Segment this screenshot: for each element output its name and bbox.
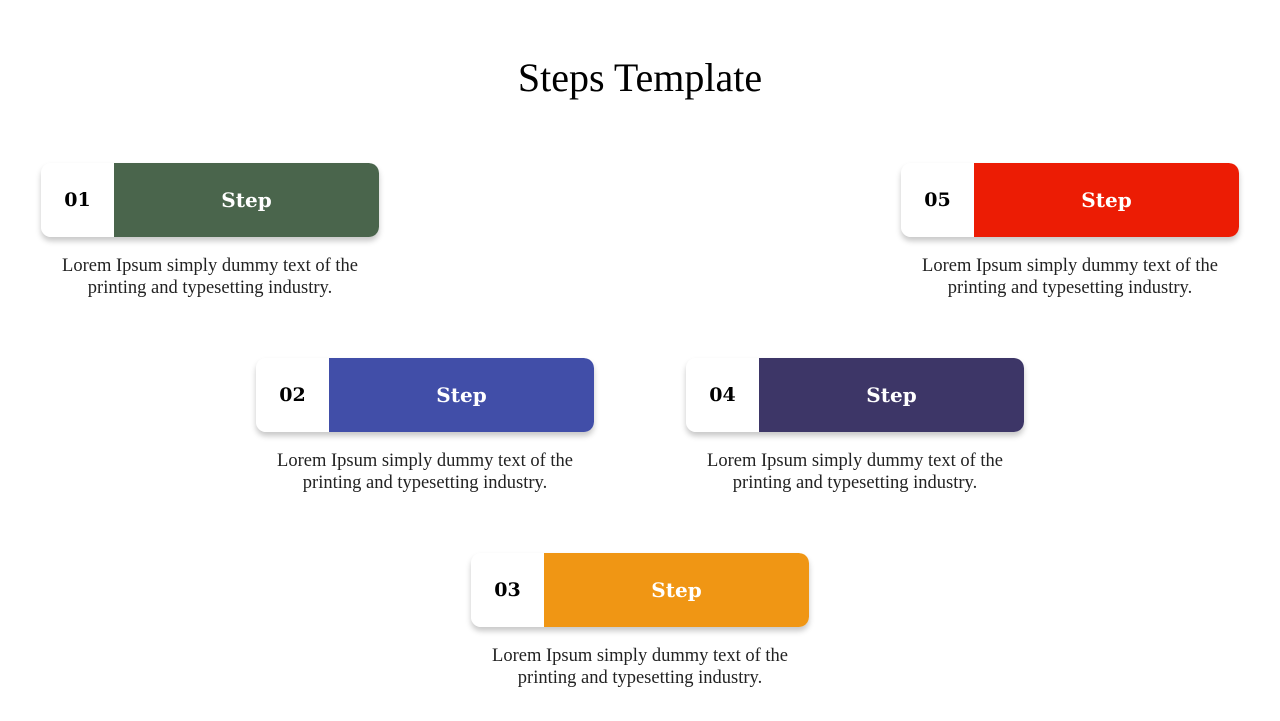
step-description: Lorem Ipsum simply dummy text of the pri… — [922, 256, 1218, 298]
page-title: Steps Template — [517, 55, 763, 100]
step-card[interactable]: 03 Step — [471, 553, 809, 627]
step-number: 02 — [256, 358, 329, 432]
step-card[interactable]: 05 Step — [901, 163, 1239, 237]
step-label: Step — [974, 163, 1239, 237]
step-04: 04 Step Lorem Ipsum simply dummy text of… — [686, 358, 1024, 526]
step-01: 01 Step Lorem Ipsum simply dummy text of… — [41, 163, 379, 331]
step-05: 05 Step Lorem Ipsum simply dummy text of… — [901, 163, 1239, 331]
step-number: 05 — [901, 163, 974, 237]
step-number: 04 — [686, 358, 759, 432]
step-description: Lorem Ipsum simply dummy text of the pri… — [62, 256, 358, 298]
step-number: 01 — [41, 163, 114, 237]
step-description: Lorem Ipsum simply dummy text of the pri… — [492, 646, 788, 688]
step-card[interactable]: 02 Step — [256, 358, 594, 432]
step-label: Step — [759, 358, 1024, 432]
step-label: Step — [329, 358, 594, 432]
step-description: Lorem Ipsum simply dummy text of the pri… — [277, 451, 573, 493]
step-number: 03 — [471, 553, 544, 627]
step-label: Step — [114, 163, 379, 237]
step-03: 03 Step Lorem Ipsum simply dummy text of… — [471, 553, 809, 721]
step-02: 02 Step Lorem Ipsum simply dummy text of… — [256, 358, 594, 526]
step-card[interactable]: 04 Step — [686, 358, 1024, 432]
step-description: Lorem Ipsum simply dummy text of the pri… — [707, 451, 1003, 493]
step-label: Step — [544, 553, 809, 627]
step-card[interactable]: 01 Step — [41, 163, 379, 237]
